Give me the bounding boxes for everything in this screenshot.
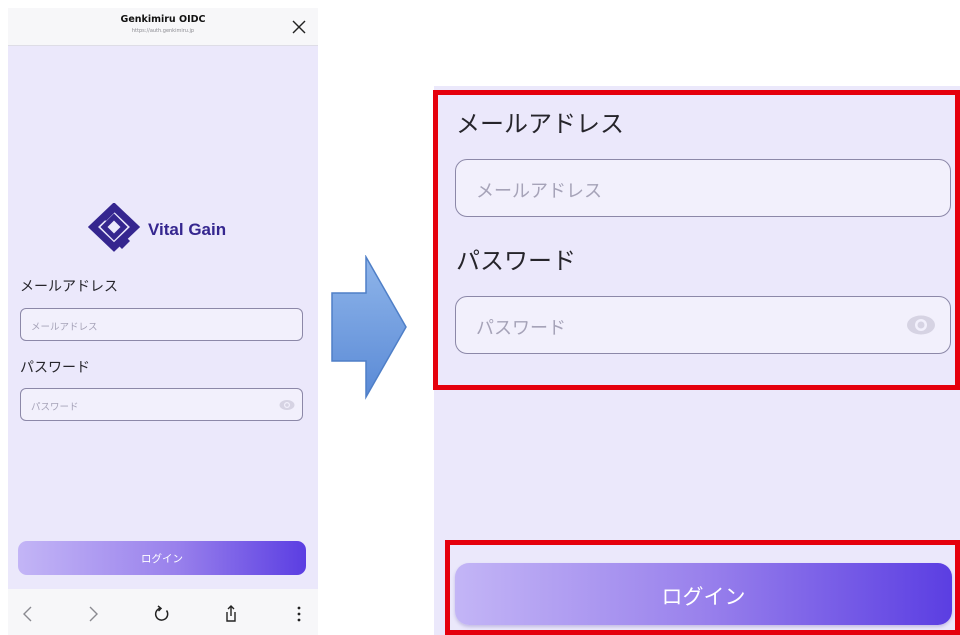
browser-url: https://auth.genkimiru.jp — [131, 28, 195, 34]
browser-top-bar: Genkimiru OIDC https://auth.genkimiru.jp — [8, 8, 318, 46]
forward-icon[interactable] — [83, 604, 103, 624]
email-label: メールアドレス — [20, 279, 118, 295]
vital-gain-logo-icon — [88, 203, 140, 252]
email-field[interactable]: メールアドレス — [20, 308, 303, 341]
share-icon[interactable] — [221, 604, 241, 624]
password-label: パスワード — [20, 360, 90, 376]
highlight-login-box — [445, 540, 960, 635]
more-icon[interactable] — [289, 604, 309, 624]
phone-screenshot: Genkimiru OIDC https://auth.genkimiru.jp… — [8, 8, 318, 635]
logo-text: Vital Gain — [148, 220, 227, 239]
browser-title: Genkimiru OIDC — [120, 14, 206, 25]
login-button[interactable]: ログイン — [18, 541, 306, 575]
close-icon[interactable] — [290, 18, 308, 36]
password-placeholder: パスワード — [31, 402, 79, 413]
eye-icon[interactable] — [279, 399, 295, 411]
back-icon[interactable] — [18, 604, 38, 624]
highlight-form-box — [433, 90, 960, 390]
vital-gain-logo: Vital Gain — [88, 203, 258, 253]
password-field[interactable]: パスワード — [20, 388, 303, 421]
email-placeholder: メールアドレス — [31, 322, 98, 333]
browser-bottom-bar — [8, 589, 318, 635]
reload-icon[interactable] — [152, 604, 172, 624]
right-arrow-icon — [331, 255, 407, 400]
login-button-label: ログイン — [141, 553, 183, 565]
